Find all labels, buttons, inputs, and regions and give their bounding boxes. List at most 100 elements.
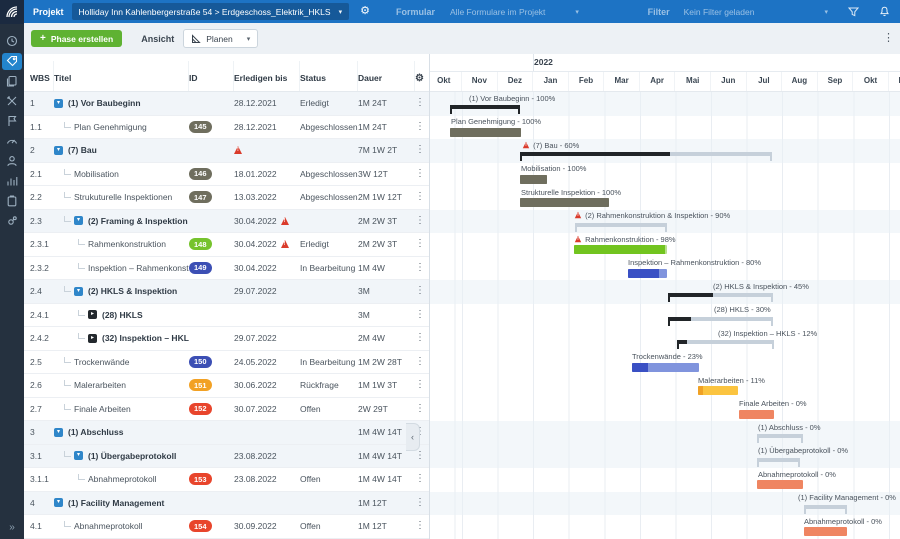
gantt-group-bar[interactable] xyxy=(804,505,847,509)
column-header-id[interactable]: ID xyxy=(189,61,234,91)
row-kebab-menu-icon[interactable]: ⋮ xyxy=(415,404,429,414)
collapse-chevron-icon[interactable]: ▾ xyxy=(54,146,63,155)
sidebar-expand-icon[interactable]: » xyxy=(0,522,24,533)
chevron-down-icon[interactable]: ▾ xyxy=(824,8,828,16)
table-row[interactable]: 4▾(1) Facility Management1M 12T⋮ xyxy=(24,492,429,516)
table-row[interactable]: 2.3.2Inspektion – Rahmenkonstruktion1493… xyxy=(24,257,429,281)
collapse-table-button[interactable]: ‹ xyxy=(406,423,420,451)
bell-icon[interactable] xyxy=(879,6,890,17)
sidebar-item-person[interactable] xyxy=(2,153,22,170)
row-kebab-menu-icon[interactable]: ⋮ xyxy=(415,451,429,461)
collapse-chevron-icon[interactable]: ▾ xyxy=(54,99,63,108)
chevron-down-icon[interactable]: ▾ xyxy=(575,8,579,16)
column-header-erledigen-bis[interactable]: Erledigen bis xyxy=(234,61,300,91)
gantt-summary-bar[interactable] xyxy=(450,105,520,109)
gantt-task-bar[interactable] xyxy=(520,175,547,184)
gantt-task-bar[interactable] xyxy=(450,128,521,137)
column-header-status[interactable]: Status xyxy=(300,61,358,91)
row-kebab-menu-icon[interactable]: ⋮ xyxy=(415,192,429,202)
column-header-wbs[interactable]: WBS xyxy=(24,61,54,91)
id-badge[interactable]: 152 xyxy=(189,403,212,415)
gantt-group-bar[interactable] xyxy=(757,458,800,462)
collapse-chevron-icon[interactable]: ▾ xyxy=(54,498,63,507)
table-row[interactable]: 2.3.1Rahmenkonstruktion14830.04.2022Erle… xyxy=(24,233,429,257)
table-row[interactable]: 2.6Malerarbeiten15130.06.2022Rückfrage1M… xyxy=(24,374,429,398)
collapse-chevron-icon[interactable]: ▾ xyxy=(74,287,83,296)
table-row[interactable]: 2.1Mobilisation14618.01.2022Abgeschlosse… xyxy=(24,163,429,187)
row-kebab-menu-icon[interactable]: ⋮ xyxy=(415,333,429,343)
id-badge[interactable]: 148 xyxy=(189,238,212,250)
gantt-summary-bar[interactable] xyxy=(520,152,772,156)
collapse-chevron-icon[interactable]: ▾ xyxy=(74,216,83,225)
sidebar-item-gauge[interactable] xyxy=(2,133,22,150)
table-row[interactable]: 2.5Trockenwände15024.05.2022In Bearbeitu… xyxy=(24,351,429,375)
sidebar-item-dashboard[interactable] xyxy=(2,33,22,50)
table-row[interactable]: 3▾(1) Abschluss1M 4W 14T⋮ xyxy=(24,421,429,445)
row-kebab-menu-icon[interactable]: ⋮ xyxy=(415,474,429,484)
expand-chevron-icon[interactable]: ▸ xyxy=(88,334,97,343)
column-header-dauer[interactable]: Dauer xyxy=(358,61,415,91)
funnel-icon[interactable] xyxy=(848,7,859,17)
id-badge[interactable]: 149 xyxy=(189,262,212,274)
row-kebab-menu-icon[interactable]: ⋮ xyxy=(415,122,429,132)
id-badge[interactable]: 146 xyxy=(189,168,212,180)
gantt-task-bar[interactable] xyxy=(739,410,774,419)
gantt-task-bar[interactable] xyxy=(520,198,609,207)
column-header-titel[interactable]: Titel xyxy=(54,61,189,91)
sidebar-item-tools[interactable] xyxy=(2,93,22,110)
table-row[interactable]: 2.4.1▸(28) HKLS3M⋮ xyxy=(24,304,429,328)
gantt-summary-bar[interactable] xyxy=(677,340,774,344)
row-kebab-menu-icon[interactable]: ⋮ xyxy=(415,98,429,108)
id-badge[interactable]: 145 xyxy=(189,121,212,133)
gantt-summary-bar[interactable] xyxy=(668,317,773,321)
sidebar-item-documents[interactable] xyxy=(2,73,22,90)
id-badge[interactable]: 150 xyxy=(189,356,212,368)
gantt-task-bar[interactable] xyxy=(628,269,667,278)
table-row[interactable]: 2.7Finale Arbeiten15230.07.2022Offen2W 2… xyxy=(24,398,429,422)
project-select[interactable]: Holliday Inn Kahlenbergerstraße 54 > Erd… xyxy=(72,3,350,20)
row-kebab-menu-icon[interactable]: ⋮ xyxy=(415,310,429,320)
table-row[interactable]: 1.1Plan Genehmigung14528.12.2021Abgeschl… xyxy=(24,116,429,140)
row-kebab-menu-icon[interactable]: ⋮ xyxy=(415,498,429,508)
gantt-task-bar[interactable] xyxy=(574,245,667,254)
table-row[interactable]: 2.4.2▸(32) Inspektion – HKLS29.07.20222M… xyxy=(24,327,429,351)
view-mode-select[interactable]: Planen ▾ xyxy=(183,29,258,48)
project-settings-gear-icon[interactable]: ⚙ xyxy=(360,6,370,17)
row-kebab-menu-icon[interactable]: ⋮ xyxy=(415,357,429,367)
sidebar-item-flag[interactable] xyxy=(2,113,22,130)
sidebar-item-chart[interactable] xyxy=(2,173,22,190)
table-row[interactable]: 1▾(1) Vor Baubeginn28.12.2021Erledigt1M … xyxy=(24,92,429,116)
id-badge[interactable]: 151 xyxy=(189,379,212,391)
gantt-group-bar[interactable] xyxy=(575,223,667,227)
column-settings-gear-icon[interactable]: ⚙ xyxy=(415,61,429,91)
gantt-task-bar[interactable] xyxy=(804,527,847,536)
collapse-chevron-icon[interactable]: ▾ xyxy=(54,428,63,437)
sidebar-item-clipboard[interactable] xyxy=(2,193,22,210)
id-badge[interactable]: 153 xyxy=(189,473,212,485)
create-phase-button[interactable]: + Phase erstellen xyxy=(31,30,122,47)
toolbar-kebab-menu-icon[interactable]: ⋮ xyxy=(883,31,894,44)
table-row[interactable]: 3.1.1Abnahmeprotokoll15323.08.2022Offen1… xyxy=(24,468,429,492)
collapse-chevron-icon[interactable]: ▾ xyxy=(74,451,83,460)
table-row[interactable]: 2.2Strukuturelle Inspektionen14713.03.20… xyxy=(24,186,429,210)
row-kebab-menu-icon[interactable]: ⋮ xyxy=(415,239,429,249)
row-kebab-menu-icon[interactable]: ⋮ xyxy=(415,169,429,179)
gantt-task-bar[interactable] xyxy=(698,386,738,395)
table-row[interactable]: 2▾(7) Bau7M 1W 2T⋮ xyxy=(24,139,429,163)
table-row[interactable]: 3.1▾(1) Übergabeprotokoll23.08.20221M 4W… xyxy=(24,445,429,469)
row-kebab-menu-icon[interactable]: ⋮ xyxy=(415,145,429,155)
table-row[interactable]: 4.1Abnahmeprotokoll15430.09.2022Offen1M … xyxy=(24,515,429,539)
row-kebab-menu-icon[interactable]: ⋮ xyxy=(415,521,429,531)
sidebar-item-settings[interactable] xyxy=(2,213,22,230)
table-row[interactable]: 2.4▾(2) HKLS & Inspektion29.07.20223M⋮ xyxy=(24,280,429,304)
sidebar-item-tags[interactable] xyxy=(2,53,22,70)
filter-select-value[interactable]: Kein Filter geladen xyxy=(684,7,755,17)
expand-chevron-icon[interactable]: ▸ xyxy=(88,310,97,319)
row-kebab-menu-icon[interactable]: ⋮ xyxy=(415,263,429,273)
row-kebab-menu-icon[interactable]: ⋮ xyxy=(415,216,429,226)
gantt-group-bar[interactable] xyxy=(757,434,803,438)
gantt-task-bar[interactable] xyxy=(757,480,803,489)
gantt-task-bar[interactable] xyxy=(632,363,699,372)
app-logo-icon[interactable] xyxy=(0,0,24,24)
row-kebab-menu-icon[interactable]: ⋮ xyxy=(415,380,429,390)
